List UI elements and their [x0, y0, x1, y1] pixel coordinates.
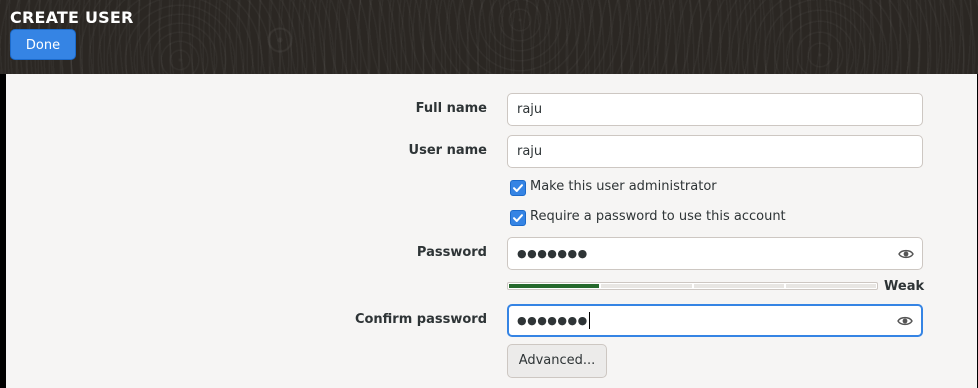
checkmark-icon [513, 184, 523, 192]
done-button[interactable]: Done [10, 29, 76, 60]
create-user-window: CREATE USER Done Full name raju User nam… [0, 0, 978, 388]
password-label: Password [416, 245, 487, 260]
left-border [0, 74, 6, 388]
checkmark-icon [513, 214, 523, 222]
text-cursor [588, 312, 590, 329]
advanced-button[interactable]: Advanced... [507, 344, 607, 378]
confirm-password-label: Confirm password [354, 312, 487, 327]
full-name-value: raju [517, 102, 543, 117]
page-title: CREATE USER [10, 8, 134, 27]
password-field[interactable]: ●●●●●●● [507, 237, 923, 270]
user-name-field[interactable]: raju [507, 135, 923, 168]
confirm-password-value: ●●●●●●● [517, 314, 588, 327]
strength-segment [601, 284, 692, 288]
user-name-value: raju [517, 144, 543, 159]
eye-icon[interactable] [898, 246, 914, 262]
password-strength-label: Weak [884, 279, 925, 294]
user-name-label: User name [408, 143, 487, 158]
admin-checkbox-label: Make this user administrator [530, 179, 717, 194]
admin-checkbox[interactable] [510, 180, 526, 196]
eye-icon[interactable] [897, 313, 913, 329]
password-value: ●●●●●●● [517, 247, 588, 260]
password-strength-meter [507, 282, 878, 290]
full-name-field[interactable]: raju [507, 93, 923, 126]
header-bar: CREATE USER Done [0, 0, 978, 74]
strength-segment [785, 284, 876, 288]
full-name-label: Full name [415, 101, 487, 116]
confirm-password-field[interactable]: ●●●●●●● [507, 304, 923, 337]
require-password-checkbox[interactable] [510, 210, 526, 226]
require-password-checkbox-label: Require a password to use this account [530, 209, 786, 224]
strength-segment [693, 284, 784, 288]
strength-segment [509, 284, 600, 288]
